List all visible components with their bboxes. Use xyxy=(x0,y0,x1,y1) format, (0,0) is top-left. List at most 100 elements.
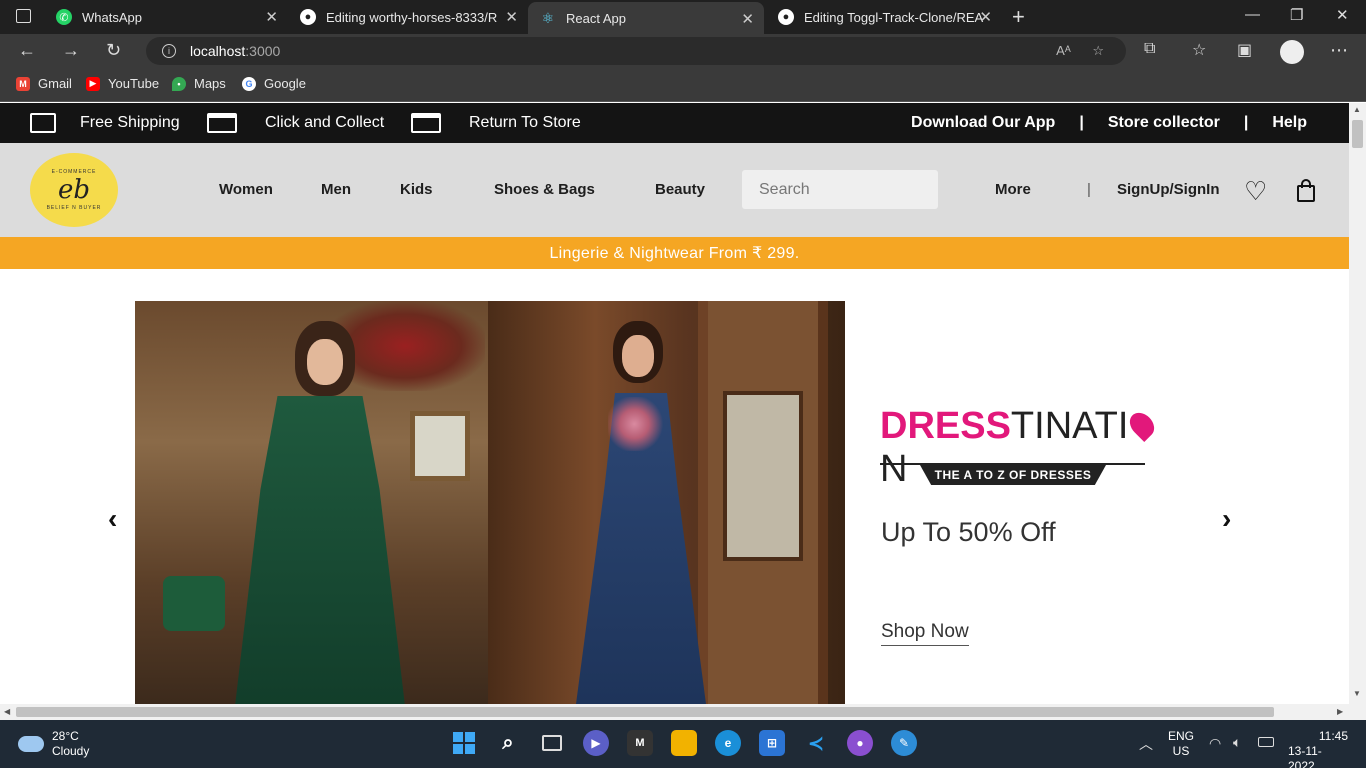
site-info-icon[interactable]: i xyxy=(162,44,176,58)
restore-icon[interactable]: ❐ xyxy=(1290,6,1303,24)
task-view-icon[interactable] xyxy=(539,730,565,756)
promo-text: Lingerie & Nightwear From ₹ 299. xyxy=(549,245,800,262)
show-hidden-icons-icon[interactable]: ︿ xyxy=(1139,734,1153,754)
carousel-next-icon[interactable]: › xyxy=(1222,503,1231,535)
scroll-down-icon[interactable]: ▼ xyxy=(1353,689,1361,698)
main-navigation: E-COMMERCE eb BELIEF N BUYER Women Men K… xyxy=(0,143,1349,237)
close-tab-icon[interactable]: ✕ xyxy=(741,10,754,28)
wifi-icon[interactable]: ◠ xyxy=(1209,735,1221,752)
back-icon[interactable]: ← xyxy=(18,40,36,61)
read-aloud-icon[interactable]: Aᴬ xyxy=(1056,43,1071,58)
bookmarks-bar: M Gmail ▶ YouTube • Maps G Google xyxy=(0,68,1366,102)
bag-handle xyxy=(1301,179,1311,188)
scroll-right-icon[interactable]: ▶ xyxy=(1337,707,1343,716)
page-viewport: Free Shipping Click and Collect Return T… xyxy=(0,103,1349,704)
weather-widget[interactable]: 28°C Cloudy xyxy=(18,729,89,759)
close-tab-icon[interactable]: ✕ xyxy=(979,8,992,26)
shop-now-link[interactable]: Shop Now xyxy=(881,621,969,646)
tab-title: Editing Toggl-Track-Clone/README.md xyxy=(804,9,984,25)
address-bar[interactable]: i localhost:3000 Aᴬ ☆ xyxy=(146,37,1126,65)
clock[interactable]: 11:45 13-11-2022 xyxy=(1288,729,1348,774)
bookmark-maps[interactable]: • Maps xyxy=(172,76,226,91)
start-menu-icon[interactable] xyxy=(451,730,477,756)
truck-icon xyxy=(30,113,56,133)
close-tab-icon[interactable]: ✕ xyxy=(265,8,278,26)
file-explorer-icon[interactable] xyxy=(671,730,697,756)
separator: | xyxy=(1079,114,1084,131)
collections-icon[interactable]: ▣ xyxy=(1237,40,1252,60)
forward-icon[interactable]: → xyxy=(62,40,80,61)
model-green-dress-image[interactable] xyxy=(135,301,488,704)
tab-actions-icon[interactable] xyxy=(16,9,31,23)
search-icon[interactable]: ⌕ xyxy=(495,730,521,756)
bookmark-gmail[interactable]: M Gmail xyxy=(16,76,72,91)
new-tab-icon[interactable]: + xyxy=(1012,4,1025,30)
tab-react-app[interactable]: ⚛ React App ✕ xyxy=(528,2,764,34)
click-and-collect[interactable]: Click and Collect xyxy=(207,103,384,143)
signup-signin-link[interactable]: SignUp/SignIn xyxy=(1117,181,1220,198)
site-logo[interactable]: E-COMMERCE eb BELIEF N BUYER xyxy=(30,153,118,227)
volume-icon[interactable]: 🔈︎ xyxy=(1233,734,1241,751)
app-m-icon[interactable]: M xyxy=(627,730,653,756)
profile-avatar[interactable] xyxy=(1280,40,1304,64)
tab-github-2[interactable]: ● Editing Toggl-Track-Clone/README.md ✕ xyxy=(766,0,1002,34)
horizontal-scroll-thumb[interactable] xyxy=(16,707,1274,717)
bookmark-label: Gmail xyxy=(38,76,72,91)
cloud-icon xyxy=(18,736,44,752)
offer-text: Up To 50% Off xyxy=(881,517,1056,547)
bookmark-google[interactable]: G Google xyxy=(242,76,306,91)
tab-title: WhatsApp xyxy=(82,9,142,25)
nav-beauty[interactable]: Beauty xyxy=(655,181,705,198)
minimize-icon[interactable]: — xyxy=(1245,6,1260,23)
vertical-scroll-thumb[interactable] xyxy=(1352,120,1363,148)
youtube-icon: ▶ xyxy=(86,76,100,91)
paint-icon[interactable]: ✎ xyxy=(891,730,917,756)
extensions-icon[interactable]: ⧉ xyxy=(1144,40,1155,58)
bookmark-youtube[interactable]: ▶ YouTube xyxy=(86,76,159,91)
teams-chat-icon[interactable]: ▶ xyxy=(583,730,609,756)
horizontal-scrollbar[interactable]: ◀ ▶ xyxy=(0,704,1366,720)
microsoft-store-icon[interactable]: ⊞ xyxy=(759,730,785,756)
nav-men[interactable]: Men xyxy=(321,181,351,198)
logo-bottom-text: BELIEF N BUYER xyxy=(46,205,102,211)
vertical-scrollbar[interactable]: ▲ ▼ xyxy=(1349,103,1366,704)
edge-browser-icon[interactable]: e xyxy=(715,730,741,756)
scroll-up-icon[interactable]: ▲ xyxy=(1353,105,1361,114)
search-input[interactable] xyxy=(742,170,938,209)
vscode-icon[interactable]: ≺ xyxy=(803,730,829,756)
tab-whatsapp[interactable]: ✆ WhatsApp ✕ xyxy=(44,0,288,34)
close-window-icon[interactable]: ✕ xyxy=(1336,6,1349,24)
more-options-icon[interactable]: ⋯ xyxy=(1330,40,1348,61)
github-icon: ● xyxy=(778,9,794,25)
download-app-link[interactable]: Download Our App xyxy=(911,114,1055,132)
reload-icon[interactable]: ↻ xyxy=(106,40,121,61)
add-favorite-icon[interactable]: ☆ xyxy=(1092,43,1104,58)
model-blue-dress-image[interactable] xyxy=(488,301,845,704)
tagline-rule xyxy=(880,463,1145,465)
tab-github-1[interactable]: ● Editing worthy-horses-8333/README.md ✕ xyxy=(288,0,528,34)
handbag-shape xyxy=(163,576,225,631)
tab-title: Editing worthy-horses-8333/README.md xyxy=(326,9,498,25)
close-tab-icon[interactable]: ✕ xyxy=(505,8,518,26)
help-link[interactable]: Help xyxy=(1272,114,1307,132)
model-face xyxy=(622,335,654,377)
url-host: localhost xyxy=(190,43,246,59)
return-to-store[interactable]: Return To Store xyxy=(411,103,581,143)
promo-banner[interactable]: Lingerie & Nightwear From ₹ 299. xyxy=(0,237,1349,269)
browser-tab-bar: ✆ WhatsApp ✕ ● Editing worthy-horses-833… xyxy=(0,0,1366,34)
free-shipping[interactable]: Free Shipping xyxy=(30,103,180,143)
nav-shoes-bags[interactable]: Shoes & Bags xyxy=(494,181,595,198)
favorites-icon[interactable]: ☆ xyxy=(1192,40,1206,60)
nav-kids[interactable]: Kids xyxy=(400,181,433,198)
carousel-prev-icon[interactable]: ‹ xyxy=(108,503,117,535)
battery-icon[interactable] xyxy=(1258,737,1274,747)
language-indicator[interactable]: ENG US xyxy=(1168,729,1194,759)
github-desktop-icon[interactable]: ● xyxy=(847,730,873,756)
nav-more[interactable]: More xyxy=(995,181,1031,198)
scroll-left-icon[interactable]: ◀ xyxy=(4,707,10,716)
region-label: US xyxy=(1172,744,1190,758)
wishlist-heart-icon[interactable]: ♡ xyxy=(1244,176,1267,207)
store-collector-link[interactable]: Store collector xyxy=(1108,114,1220,132)
whatsapp-icon: ✆ xyxy=(56,9,72,25)
nav-women[interactable]: Women xyxy=(219,181,273,198)
